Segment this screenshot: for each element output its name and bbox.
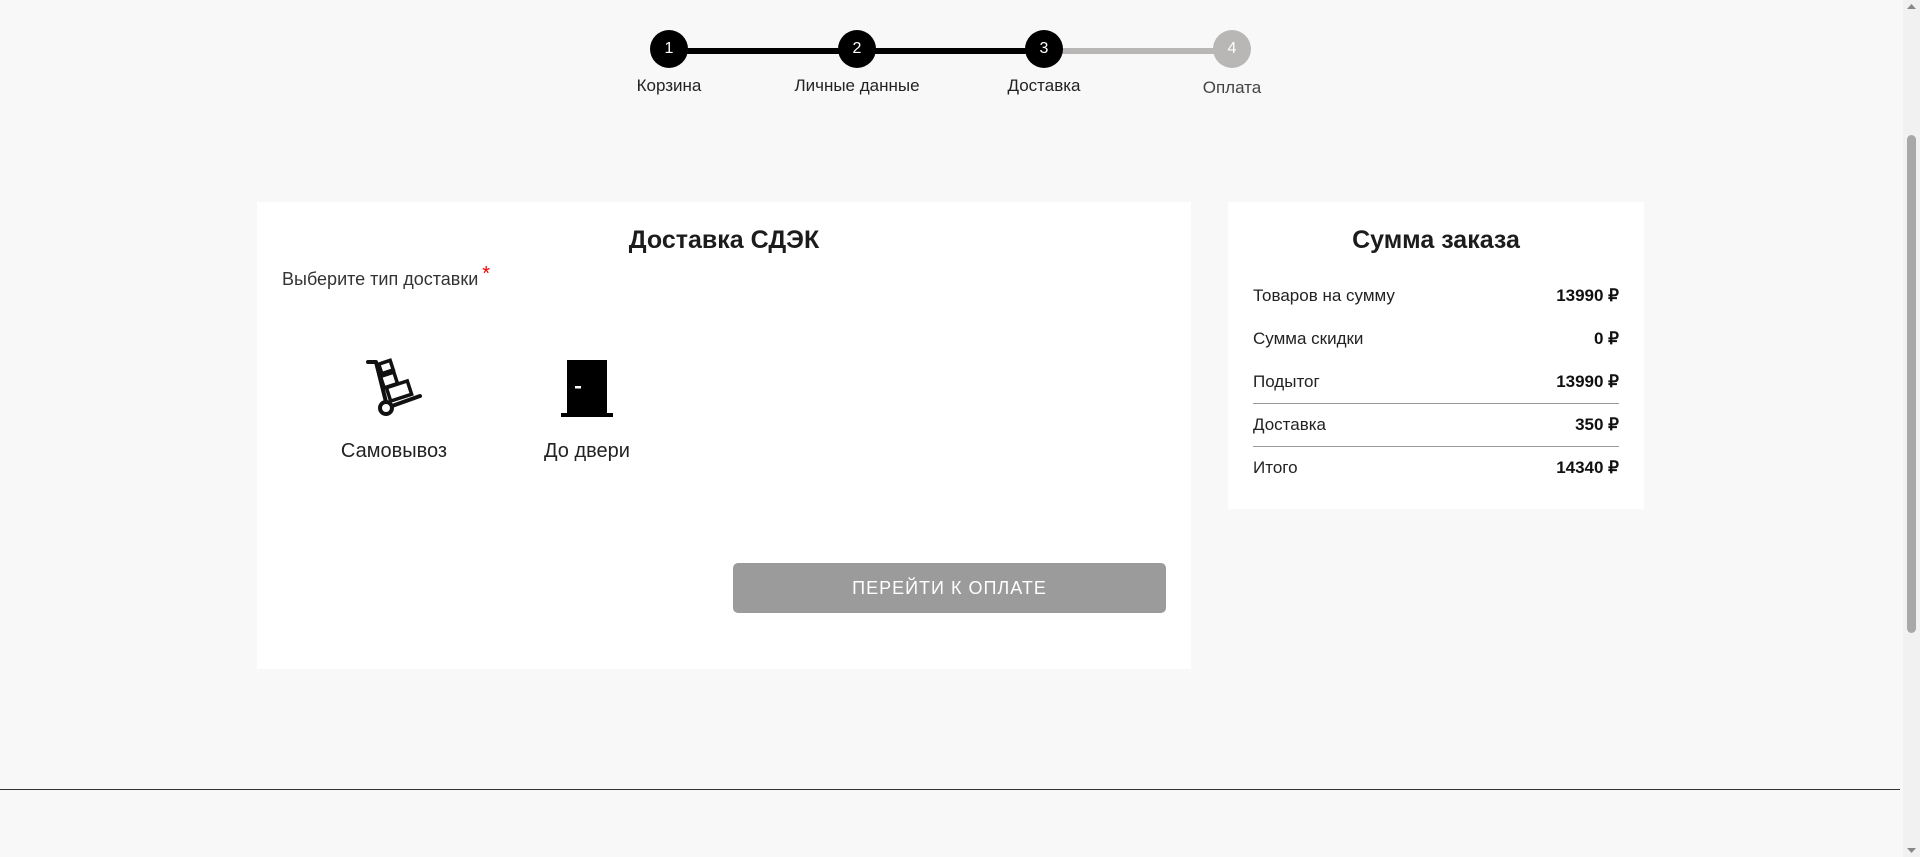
summary-row-value: 13990 ₽ xyxy=(1556,285,1619,305)
step-personal-data[interactable]: 2 Личные данные xyxy=(777,30,937,96)
delivery-panel: Доставка СДЭК Выберите тип доставки * Сам… xyxy=(257,202,1191,669)
delivery-option-door[interactable]: До двери xyxy=(512,358,662,463)
page-scrollbar[interactable] xyxy=(1903,0,1920,857)
order-summary-list: Товаров на сумму 13990 ₽ Сумма скидки 0 … xyxy=(1253,274,1619,489)
delivery-option-label: До двери xyxy=(544,440,630,462)
delivery-option-pickup[interactable]: Самовывоз xyxy=(319,358,469,463)
hand-truck-icon xyxy=(319,358,469,418)
summary-row-subtotal: Подытог 13990 ₽ xyxy=(1253,360,1619,403)
summary-row-total: Итого 14340 ₽ xyxy=(1253,446,1619,489)
scroll-up-icon[interactable] xyxy=(1903,0,1920,14)
scroll-down-icon[interactable] xyxy=(1903,843,1920,857)
checkout-stepper: 1 Корзина 2 Личные данные 3 Доставка 4 О… xyxy=(610,30,1270,110)
summary-row-value: 14340 ₽ xyxy=(1556,458,1619,477)
summary-row-value: 350 ₽ xyxy=(1575,415,1619,434)
delivery-title: Доставка СДЭК xyxy=(628,226,820,254)
summary-row-value: 0 ₽ xyxy=(1594,328,1619,348)
summary-row-label: Доставка xyxy=(1253,415,1327,434)
step-label: Доставка xyxy=(1007,76,1081,95)
footer-divider xyxy=(0,789,1900,790)
step-label: Личные данные xyxy=(794,76,920,95)
delivery-type-prompt: Выберите тип доставки * xyxy=(282,263,490,292)
summary-row-label: Сумма скидки xyxy=(1253,328,1364,348)
step-number-circle: 1 xyxy=(650,30,688,68)
summary-row-label: Подытог xyxy=(1253,371,1320,391)
delivery-option-label: Самовывоз xyxy=(340,440,448,462)
summary-row-delivery: Доставка 350 ₽ xyxy=(1253,403,1619,446)
order-summary-panel: Сумма заказа Товаров на сумму 13990 ₽ Су… xyxy=(1228,202,1644,509)
step-label: Оплата xyxy=(1202,78,1262,97)
order-summary-title: Сумма заказа xyxy=(1352,226,1520,254)
step-number-circle: 2 xyxy=(838,30,876,68)
step-number-circle: 4 xyxy=(1213,30,1251,68)
step-cart[interactable]: 1 Корзина xyxy=(589,30,749,96)
scrollbar-thumb[interactable] xyxy=(1907,135,1916,633)
required-mark: * xyxy=(482,263,491,285)
summary-row-discount: Сумма скидки 0 ₽ xyxy=(1253,317,1619,360)
go-to-payment-button[interactable]: ПЕРЕЙТИ К ОПЛАТЕ xyxy=(733,563,1166,613)
summary-row-label: Итого xyxy=(1253,458,1298,477)
step-payment: 4 Оплата xyxy=(1152,30,1312,98)
step-label: Корзина xyxy=(636,76,702,95)
summary-row-label: Товаров на сумму xyxy=(1253,285,1395,305)
step-delivery[interactable]: 3 Доставка xyxy=(964,30,1124,96)
door-icon xyxy=(512,358,662,418)
summary-row-value: 13990 ₽ xyxy=(1556,371,1619,391)
summary-row-items-total: Товаров на сумму 13990 ₽ xyxy=(1253,274,1619,317)
step-number-circle: 3 xyxy=(1025,30,1063,68)
delivery-type-label: Выберите тип доставки xyxy=(282,269,479,289)
